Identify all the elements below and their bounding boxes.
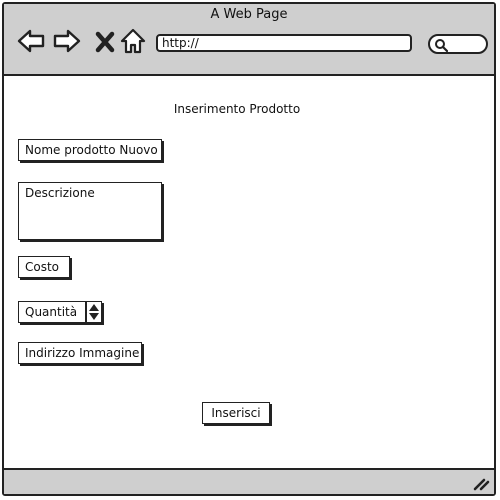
stepper-arrows-icon [89, 304, 99, 320]
url-bar[interactable]: http:// [156, 34, 412, 52]
product-name-input[interactable]: Nome prodotto Nuovo [18, 139, 162, 161]
forward-arrow-icon[interactable] [52, 26, 82, 56]
close-x-icon[interactable] [90, 26, 115, 56]
search-icon [435, 39, 448, 52]
page-title: Inserimento Prodotto [173, 102, 301, 116]
browser-titlebar: A Web Page http:// [4, 4, 494, 76]
page-content: Inserimento Prodotto Nome prodotto Nuovo… [4, 76, 494, 468]
home-icon[interactable] [118, 26, 146, 56]
quantity-input[interactable]: Quantità [18, 301, 86, 323]
browser-window: A Web Page http:// Inserimento Prodotto … [2, 2, 496, 496]
search-field[interactable] [428, 34, 488, 54]
window-title: A Web Page [210, 7, 288, 22]
cost-input[interactable]: Costo [18, 256, 70, 278]
resize-grip-icon[interactable] [472, 475, 490, 491]
description-textarea[interactable]: Descrizione [18, 182, 162, 240]
browser-statusbar [4, 468, 494, 494]
back-arrow-icon[interactable] [16, 26, 46, 56]
image-address-input[interactable]: Indirizzo Immagine [18, 342, 142, 364]
insert-button[interactable]: Inserisci [202, 402, 270, 424]
quantity-stepper[interactable] [86, 301, 102, 323]
